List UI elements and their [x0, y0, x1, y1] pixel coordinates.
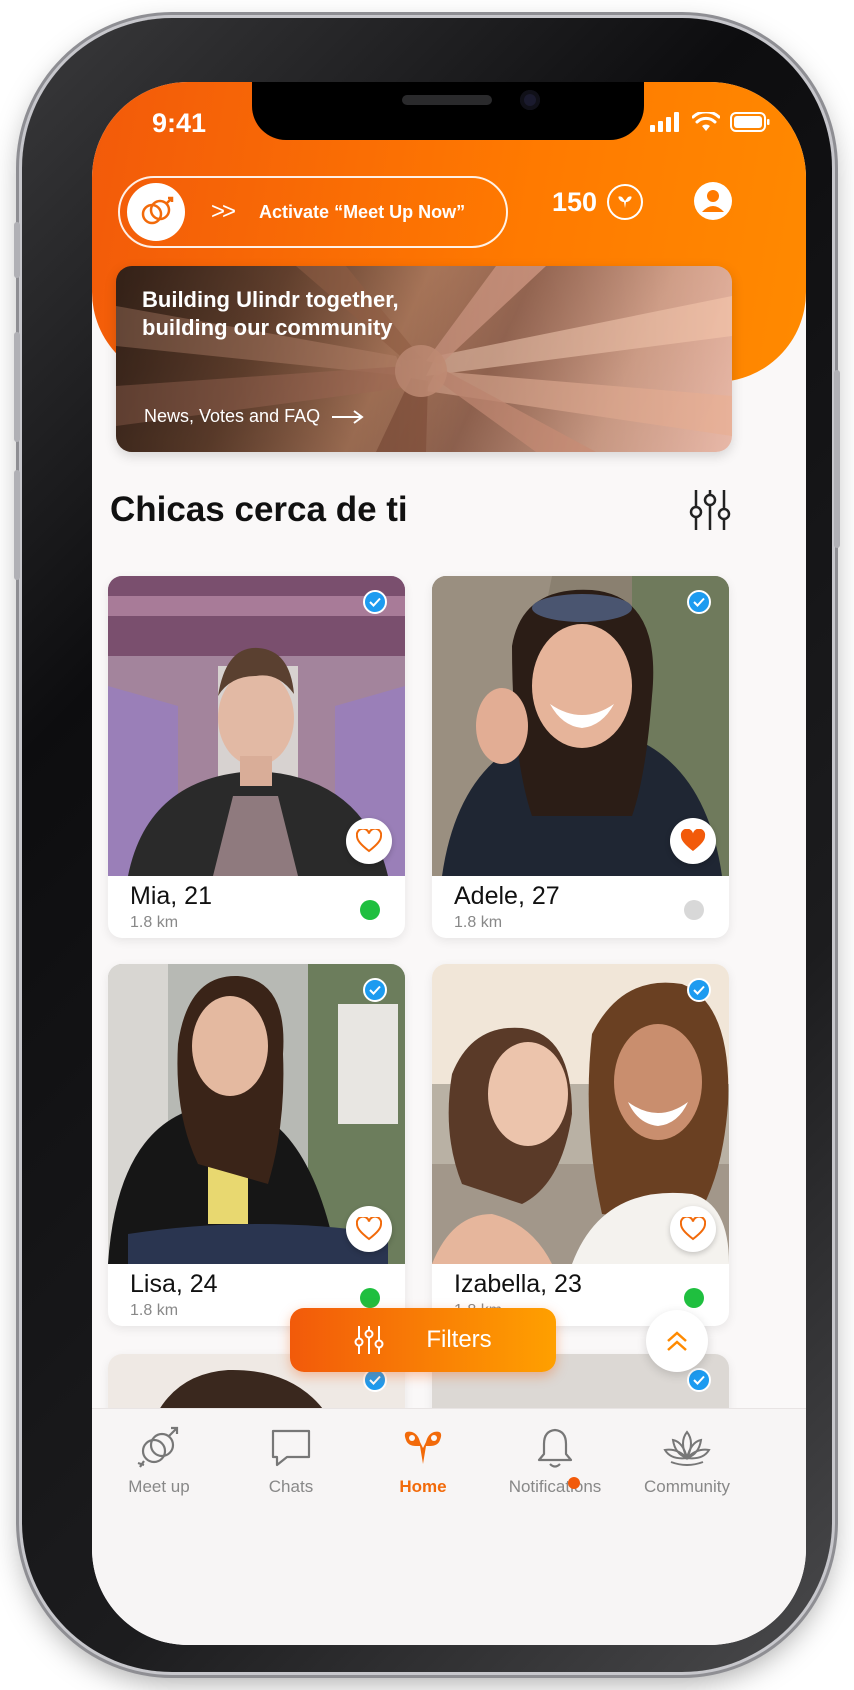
tab-community[interactable]: Community [622, 1423, 752, 1497]
filter-sliders-icon [354, 1326, 384, 1354]
speaker [402, 95, 492, 105]
coin-balance[interactable]: 150 [552, 184, 644, 220]
notch [252, 82, 644, 140]
chevrons-right-icon: >> [211, 198, 236, 225]
banner-title: Building Ulindr together, building our c… [142, 287, 399, 340]
filters-button[interactable]: Filters [290, 1308, 556, 1372]
side-button-volume-up [14, 332, 20, 442]
tab-label: Notifications [508, 1477, 602, 1496]
online-status-dot [360, 900, 380, 920]
signal-icon [650, 112, 679, 132]
wifi-icon [692, 112, 720, 131]
profile-card[interactable]: Mia, 21 1.8 km [108, 576, 405, 938]
front-camera [520, 90, 540, 110]
banner-link[interactable]: News, Votes and FAQ [144, 406, 366, 427]
tab-label: Home [399, 1477, 447, 1496]
offline-status-dot [684, 900, 704, 920]
verified-badge-icon [687, 1368, 711, 1392]
profile-card[interactable]: Izabella, 23 1.8 km [432, 964, 729, 1326]
verified-badge-icon [363, 590, 387, 614]
verified-badge-icon [687, 978, 711, 1002]
verified-badge-icon [687, 590, 711, 614]
tab-chats[interactable]: Chats [226, 1423, 356, 1497]
verified-badge-icon [363, 978, 387, 1002]
profile-card[interactable]: Lisa, 24 1.8 km [108, 964, 405, 1326]
banner-subtitle: News, Votes and FAQ [144, 406, 321, 426]
profile-name: Izabella, 23 [454, 1270, 582, 1298]
heart-outline-icon [680, 1217, 706, 1241]
lotus-icon [663, 1430, 711, 1466]
like-button[interactable] [670, 818, 716, 864]
online-status-dot [684, 1288, 704, 1308]
filter-sliders-icon[interactable] [688, 488, 732, 532]
tab-label: Chats [268, 1477, 314, 1496]
profile-distance: 1.8 km [130, 914, 179, 931]
side-button-silent [14, 222, 20, 278]
status-time: 9:41 [152, 108, 207, 138]
like-button[interactable] [670, 1206, 716, 1252]
heart-filled-icon [680, 829, 706, 851]
arrow-right-icon [332, 409, 364, 424]
profile-distance: 1.8 km [130, 1302, 179, 1319]
tab-notifications[interactable]: Notifications [490, 1423, 620, 1497]
profile-icon[interactable] [694, 182, 732, 220]
double-chevron-up-icon [667, 1331, 687, 1351]
activate-meetup-label: Activate “Meet Up Now” [259, 201, 466, 222]
online-status-dot [360, 1288, 380, 1308]
heart-outline-icon [356, 1217, 382, 1241]
profile-name: Adele, 27 [454, 882, 560, 910]
bottom-tab-bar: Meet up Chats Home Notifications Communi… [92, 1408, 806, 1645]
profile-name: Mia, 21 [130, 882, 212, 910]
tab-label: Community [644, 1477, 730, 1496]
status-icons [650, 112, 770, 132]
app-screen: 9:41 >> Activate “Meet Up Now” 150 Build… [92, 82, 806, 1645]
meet-up-logo-icon [127, 183, 185, 241]
section-title: Chicas cerca de ti [110, 490, 408, 529]
activate-meetup-button[interactable]: >> Activate “Meet Up Now” [118, 176, 508, 248]
filters-label: Filters [426, 1326, 492, 1353]
coin-count: 150 [552, 186, 598, 217]
side-button-volume-down [14, 470, 20, 580]
like-button[interactable] [346, 1206, 392, 1252]
phone-frame: 9:41 >> Activate “Meet Up Now” 150 Build… [14, 18, 840, 1672]
tab-meet-up[interactable]: Meet up [94, 1423, 224, 1497]
like-button[interactable] [346, 818, 392, 864]
heart-outline-icon [356, 829, 382, 853]
scroll-to-top-button[interactable] [646, 1310, 708, 1372]
side-button-power [834, 370, 840, 548]
home-ram-icon [404, 1431, 442, 1464]
profile-distance: 1.8 km [454, 914, 503, 931]
chat-bubble-icon [271, 1429, 311, 1467]
coin-icon [607, 184, 644, 220]
community-banner[interactable]: Building Ulindr together, building our c… [116, 266, 732, 452]
profile-card[interactable]: Adele, 27 1.8 km [432, 576, 729, 938]
tab-label: Meet up [128, 1477, 190, 1496]
profile-name: Lisa, 24 [130, 1270, 218, 1298]
notification-dot [568, 1477, 580, 1489]
battery-icon [730, 112, 770, 132]
bell-icon [537, 1428, 573, 1468]
tab-home[interactable]: Home [358, 1423, 488, 1497]
meet-up-icon [137, 1426, 179, 1468]
